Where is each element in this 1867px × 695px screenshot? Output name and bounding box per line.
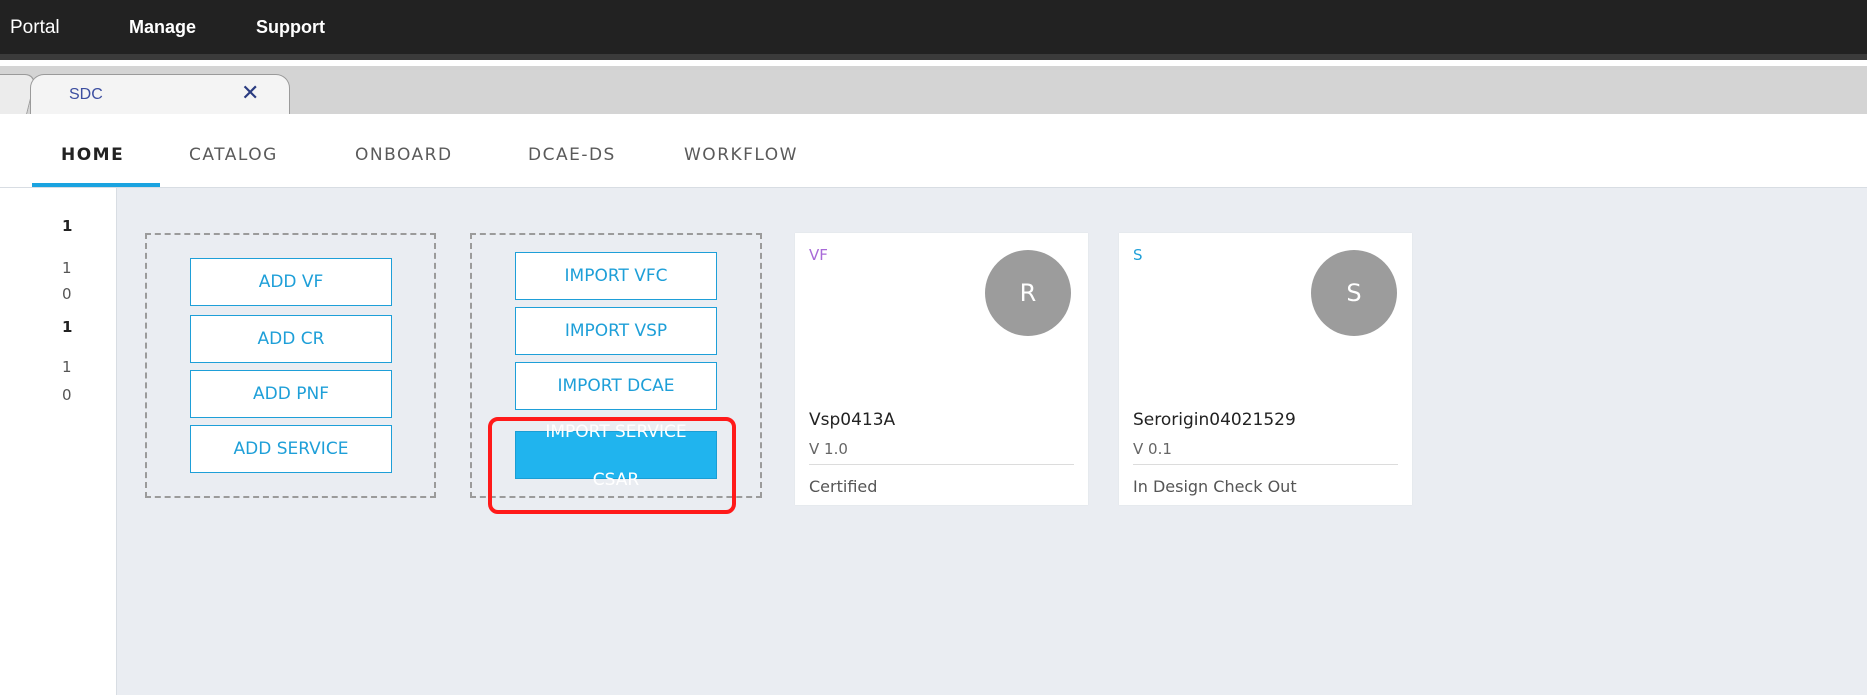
add-service-button[interactable]: ADD SERVICE [190,425,392,473]
close-icon[interactable]: ✕ [241,81,259,106]
menu-portal[interactable]: Portal [10,17,60,39]
sidebar-count: 1 [62,318,73,336]
catalog-card[interactable]: VF R Vsp0413A V 1.0 Certified [795,233,1088,505]
add-cr-button[interactable]: ADD CR [190,315,392,363]
import-service-csar-button[interactable]: IMPORT SERVICE CSAR [515,422,717,490]
tab-sdc-label: SDC [69,86,103,103]
sidebar-count: 1 [62,259,72,277]
tab-sdc[interactable]: SDC ✕ [30,74,290,116]
catalog-card[interactable]: S S Serorigin04021529 V 0.1 In Design Ch… [1119,233,1412,505]
menu-manage[interactable]: Manage [129,17,196,38]
sidebar-count: 0 [62,386,72,404]
import-vsp-button[interactable]: IMPORT VSP [515,307,717,355]
card-status: In Design Check Out [1133,477,1297,496]
nav-onboard[interactable]: ONBOARD [355,145,453,165]
left-sidebar: 1 1 0 1 1 0 [0,188,117,695]
card-divider [809,464,1074,465]
import-dcae-button[interactable]: IMPORT DCAE [515,362,717,410]
nav-catalog[interactable]: CATALOG [189,145,278,165]
sidebar-count: 0 [62,285,72,303]
avatar: S [1311,250,1397,336]
sidebar-count: 1 [62,358,72,376]
card-version: V 0.1 [1133,440,1172,458]
nav-dcae-ds[interactable]: DCAE-DS [528,145,616,165]
sdc-main-nav: HOME CATALOG ONBOARD DCAE-DS WORKFLOW [0,114,1867,188]
nav-workflow[interactable]: WORKFLOW [684,145,798,165]
card-name: Serorigin04021529 [1133,410,1296,430]
add-pnf-button[interactable]: ADD PNF [190,370,392,418]
nav-home[interactable]: HOME [61,145,124,165]
card-status: Certified [809,477,878,496]
tab-strip: SDC ✕ [0,66,1867,116]
menu-support[interactable]: Support [256,17,325,38]
portal-top-bar: Portal Manage Support [0,0,1867,60]
card-version: V 1.0 [809,440,848,458]
avatar: R [985,250,1071,336]
card-type-label: VF [809,246,828,264]
card-divider [1133,464,1398,465]
sidebar-count: 1 [62,217,73,235]
card-name: Vsp0413A [809,410,896,430]
import-vfc-button[interactable]: IMPORT VFC [515,252,717,300]
card-type-label: S [1133,246,1143,264]
add-vf-button[interactable]: ADD VF [190,258,392,306]
import-service-csar-line1: IMPORT SERVICE [545,422,687,442]
import-service-csar-line2: CSAR [592,470,640,490]
nav-active-indicator [32,183,160,187]
